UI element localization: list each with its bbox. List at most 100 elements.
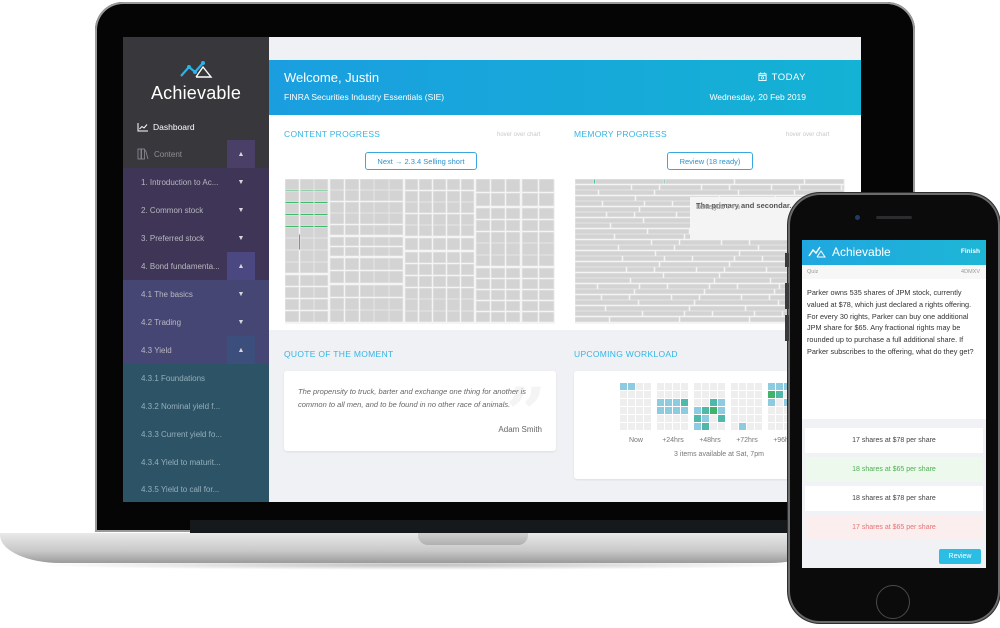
next-lesson-button[interactable]: Next → 2.3.4 Selling short: [365, 152, 477, 170]
treemap-cell[interactable]: [359, 201, 374, 213]
treemap-cell[interactable]: [461, 238, 475, 251]
treemap-cell[interactable]: [447, 202, 461, 214]
treemap-cell[interactable]: [491, 312, 506, 323]
treemap-cell[interactable]: [575, 289, 635, 294]
treemap-cell[interactable]: [522, 243, 538, 255]
treemap-cell[interactable]: [491, 219, 506, 231]
treemap-cell[interactable]: [606, 305, 690, 311]
treemap-cell[interactable]: [506, 208, 521, 220]
treemap-cell[interactable]: [697, 267, 725, 272]
treemap-cell[interactable]: [575, 283, 598, 289]
treemap-cell[interactable]: [705, 289, 775, 294]
treemap-cell[interactable]: [433, 190, 447, 202]
treemap-cell[interactable]: [476, 279, 491, 290]
sidebar-subsection[interactable]: 4.3.1 Foundations: [123, 364, 269, 392]
treemap-cell[interactable]: [285, 250, 300, 262]
treemap-cell[interactable]: [575, 239, 652, 245]
treemap-cell[interactable]: [389, 271, 404, 284]
treemap-cell[interactable]: [299, 238, 314, 250]
treemap-cell[interactable]: [447, 190, 461, 202]
treemap-cell[interactable]: [476, 301, 491, 312]
treemap-cell[interactable]: [461, 287, 475, 299]
treemap-cell[interactable]: [491, 208, 506, 220]
treemap-cell[interactable]: [575, 179, 595, 184]
treemap-cell[interactable]: [433, 213, 447, 225]
treemap-cell[interactable]: [506, 243, 521, 255]
treemap-cell[interactable]: [680, 316, 750, 322]
treemap-cell[interactable]: [522, 301, 538, 312]
treemap-cell[interactable]: [491, 279, 506, 290]
treemap-cell[interactable]: [461, 190, 475, 202]
treemap-cell[interactable]: [598, 283, 640, 289]
treemap-cell[interactable]: [433, 202, 447, 214]
treemap-cell[interactable]: [314, 190, 329, 203]
treemap-cell[interactable]: [655, 267, 697, 272]
treemap-cell[interactable]: [842, 184, 845, 190]
treemap-cell[interactable]: [374, 285, 389, 298]
treemap-cell[interactable]: [506, 301, 521, 312]
treemap-cell[interactable]: [575, 184, 632, 190]
treemap-cell[interactable]: [299, 214, 314, 226]
treemap-cell[interactable]: [405, 202, 419, 214]
treemap-cell[interactable]: [285, 226, 300, 238]
treemap-cell[interactable]: [359, 271, 374, 284]
treemap-cell[interactable]: [610, 316, 680, 322]
chevron-up-icon[interactable]: ▲: [227, 252, 255, 280]
treemap-cell[interactable]: [314, 202, 329, 215]
treemap-cell[interactable]: [433, 287, 447, 299]
treemap-cell[interactable]: [359, 310, 374, 323]
answer-option[interactable]: 17 shares at $78 per share: [805, 428, 983, 453]
treemap-cell[interactable]: [447, 213, 461, 225]
treemap-cell[interactable]: [538, 301, 555, 312]
treemap-cell[interactable]: [461, 263, 475, 276]
treemap-cell[interactable]: [433, 311, 447, 323]
treemap-cell[interactable]: [538, 179, 555, 193]
sidebar-subsection[interactable]: 4.3.4 Yield to maturit...: [123, 448, 269, 476]
treemap-cell[interactable]: [389, 237, 404, 247]
treemap-cell[interactable]: [506, 268, 521, 279]
treemap-cell[interactable]: [419, 311, 433, 323]
treemap-cell[interactable]: [285, 202, 300, 215]
treemap-cell[interactable]: [575, 267, 627, 272]
treemap-cell[interactable]: [419, 190, 433, 202]
treemap-cell[interactable]: [738, 283, 780, 289]
treemap-cell[interactable]: [405, 311, 419, 323]
treemap-cell[interactable]: [330, 297, 345, 310]
sidebar-item-content[interactable]: Content ▲: [123, 140, 269, 168]
treemap-cell[interactable]: [715, 278, 771, 283]
treemap-cell[interactable]: [344, 310, 359, 323]
treemap-cell[interactable]: [299, 190, 314, 203]
treemap-cell[interactable]: [447, 238, 461, 251]
treemap-cell[interactable]: [575, 223, 611, 228]
treemap-cell[interactable]: [389, 224, 404, 236]
treemap-cell[interactable]: [695, 300, 779, 305]
treemap-cell[interactable]: [299, 262, 314, 274]
treemap-cell[interactable]: [575, 190, 599, 195]
treemap-cell[interactable]: [447, 252, 461, 264]
treemap-cell[interactable]: [575, 195, 636, 201]
treemap-cell[interactable]: [461, 213, 475, 225]
treemap-cell[interactable]: [419, 213, 433, 225]
treemap-cell[interactable]: [419, 275, 433, 287]
treemap-cell[interactable]: [506, 312, 521, 323]
treemap-cell[interactable]: [359, 213, 374, 224]
treemap-cell[interactable]: [389, 258, 404, 271]
treemap-cell[interactable]: [330, 201, 345, 213]
treemap-cell[interactable]: [314, 262, 329, 274]
treemap-cell[interactable]: [344, 224, 359, 236]
treemap-cell[interactable]: [374, 271, 389, 284]
treemap-cell[interactable]: [575, 305, 606, 311]
treemap-cell[interactable]: [575, 300, 639, 305]
treemap-cell[interactable]: [735, 179, 805, 184]
treemap-cell[interactable]: [538, 268, 555, 279]
treemap-cell[interactable]: [405, 190, 419, 202]
treemap-cell[interactable]: [700, 294, 742, 300]
treemap-cell[interactable]: [538, 290, 555, 301]
treemap-cell[interactable]: [664, 272, 720, 278]
treemap-cell[interactable]: [405, 179, 419, 190]
treemap-cell[interactable]: [476, 255, 491, 267]
treemap-cell[interactable]: [690, 305, 746, 311]
treemap-cell[interactable]: [575, 261, 660, 267]
treemap-cell[interactable]: [433, 252, 447, 264]
treemap-cell[interactable]: [447, 225, 461, 237]
